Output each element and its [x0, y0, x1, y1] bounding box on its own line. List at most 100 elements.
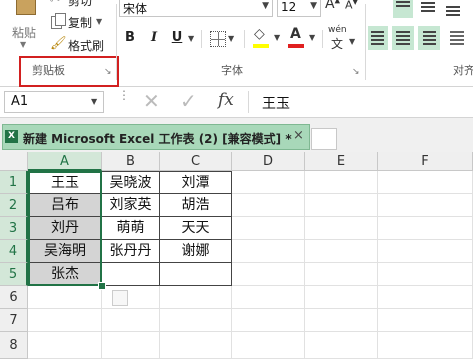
format-painter-button[interactable]: 🖌 格式刷 [50, 36, 112, 54]
cell-a3[interactable]: 刘丹 [28, 217, 102, 240]
row-header-6[interactable]: 6 [0, 286, 28, 309]
cell-b8[interactable] [102, 332, 160, 359]
cell-b7[interactable] [102, 309, 160, 332]
row-header-2[interactable]: 2 [0, 194, 28, 217]
cell-b6[interactable] [102, 286, 160, 309]
cell-e5[interactable] [305, 263, 378, 286]
workbook-tab[interactable]: X 新建 Microsoft Excel 工作表 (2) [兼容模式] * × [2, 124, 310, 150]
cell-d3[interactable] [232, 217, 305, 240]
cell-c5[interactable] [160, 263, 232, 286]
cell-d4[interactable] [232, 240, 305, 263]
cell-a4[interactable]: 吴海明 [28, 240, 102, 263]
cell-e2[interactable] [305, 194, 378, 217]
clipboard-launcher-icon[interactable]: ↘ [104, 67, 112, 77]
formula-input[interactable]: 王玉 [262, 93, 290, 113]
cell-b5[interactable] [102, 263, 160, 286]
underline-button[interactable]: U [168, 28, 186, 48]
cell-c4[interactable]: 谢娜 [160, 240, 232, 263]
cell-f6[interactable] [378, 286, 473, 309]
font-color-button[interactable]: A ▼ [287, 26, 317, 50]
fill-handle[interactable] [98, 282, 106, 290]
borders-button[interactable]: ▼ [208, 30, 238, 48]
cell-d2[interactable] [232, 194, 305, 217]
cell-f4[interactable] [378, 240, 473, 263]
cell-c6[interactable] [160, 286, 232, 309]
cell-c1[interactable]: 刘潭 [160, 171, 232, 194]
shrink-font-icon[interactable]: A▼ [345, 0, 358, 12]
row-header-3[interactable]: 3 [0, 217, 28, 240]
column-header-f[interactable]: F [378, 152, 473, 171]
new-workbook-tab[interactable] [311, 128, 337, 150]
top-align-button[interactable] [393, 0, 413, 18]
chevron-down-icon[interactable]: ▼ [188, 34, 194, 43]
column-header-d[interactable]: D [232, 152, 305, 171]
cell-b2[interactable]: 刘家英 [102, 194, 160, 217]
cell-c3[interactable]: 天天 [160, 217, 232, 240]
cell-e4[interactable] [305, 240, 378, 263]
format-painter-label: 格式刷 [68, 39, 105, 53]
font-launcher-icon[interactable]: ↘ [352, 67, 360, 77]
cell-e7[interactable] [305, 309, 378, 332]
close-tab-icon[interactable]: × [293, 128, 304, 143]
quick-analysis-icon[interactable] [112, 290, 128, 306]
column-header-c[interactable]: C [160, 152, 232, 171]
font-name-select[interactable]: 宋体 ▼ [119, 0, 273, 17]
cell-e8[interactable] [305, 332, 378, 359]
cell-a5[interactable]: 张杰 [28, 263, 102, 286]
indent-button[interactable] [446, 26, 468, 50]
indent-icon [450, 31, 464, 33]
align-left-button[interactable] [368, 26, 388, 50]
cell-a2[interactable]: 吕布 [28, 194, 102, 217]
cell-f3[interactable] [378, 217, 473, 240]
name-box[interactable]: A1 ▼ [4, 91, 104, 113]
cell-d8[interactable] [232, 332, 305, 359]
align-right-button[interactable] [418, 26, 440, 50]
bottom-align-button[interactable] [443, 0, 463, 18]
row-header-4[interactable]: 4 [0, 240, 28, 263]
column-header-e[interactable]: E [305, 152, 378, 171]
row-header-5[interactable]: 5 [0, 263, 28, 286]
cancel-icon[interactable]: ✕ [143, 89, 160, 113]
confirm-icon[interactable]: ✓ [180, 89, 197, 113]
copy-button[interactable]: 复制 ▼ [50, 13, 110, 31]
select-all-corner[interactable] [0, 152, 28, 171]
align-center-button[interactable] [392, 26, 414, 50]
cell-b4[interactable]: 张丹丹 [102, 240, 160, 263]
cell-a8[interactable] [28, 332, 102, 359]
cell-f7[interactable] [378, 309, 473, 332]
column-header-a[interactable]: A [28, 152, 102, 171]
cell-a6[interactable] [28, 286, 102, 309]
insert-function-icon[interactable]: fx [218, 90, 234, 110]
grow-font-icon[interactable]: A▲ [325, 0, 340, 12]
phonetic-button[interactable]: wén 文 ▼ [328, 25, 358, 51]
paste-button[interactable]: 粘贴 ▼ [4, 0, 44, 52]
cell-a7[interactable] [28, 309, 102, 332]
cell-d5[interactable] [232, 263, 305, 286]
cell-e6[interactable] [305, 286, 378, 309]
cut-button[interactable]: ✂ 剪切 [50, 0, 110, 8]
cell-c8[interactable] [160, 332, 232, 359]
middle-align-button[interactable] [418, 0, 438, 18]
font-size-select[interactable]: 12 ▼ [277, 0, 321, 17]
row-header-8[interactable]: 8 [0, 332, 28, 359]
cell-f2[interactable] [378, 194, 473, 217]
cell-d1[interactable] [232, 171, 305, 194]
cell-c2[interactable]: 胡浩 [160, 194, 232, 217]
cell-d7[interactable] [232, 309, 305, 332]
fill-color-button[interactable]: ◇ ▼ [252, 26, 282, 50]
cell-d6[interactable] [232, 286, 305, 309]
italic-button[interactable]: I [145, 28, 163, 48]
cell-e1[interactable] [305, 171, 378, 194]
cell-f1[interactable] [378, 171, 473, 194]
cell-f8[interactable] [378, 332, 473, 359]
cell-e3[interactable] [305, 217, 378, 240]
column-header-b[interactable]: B [102, 152, 160, 171]
bold-button[interactable]: B [121, 28, 139, 48]
cell-b3[interactable]: 萌萌 [102, 217, 160, 240]
cell-b1[interactable]: 吴晓波 [102, 171, 160, 194]
row-header-7[interactable]: 7 [0, 309, 28, 332]
row-header-1[interactable]: 1 [0, 171, 28, 194]
cell-c7[interactable] [160, 309, 232, 332]
cell-a1[interactable]: 王玉 [28, 171, 102, 194]
cell-f5[interactable] [378, 263, 473, 286]
